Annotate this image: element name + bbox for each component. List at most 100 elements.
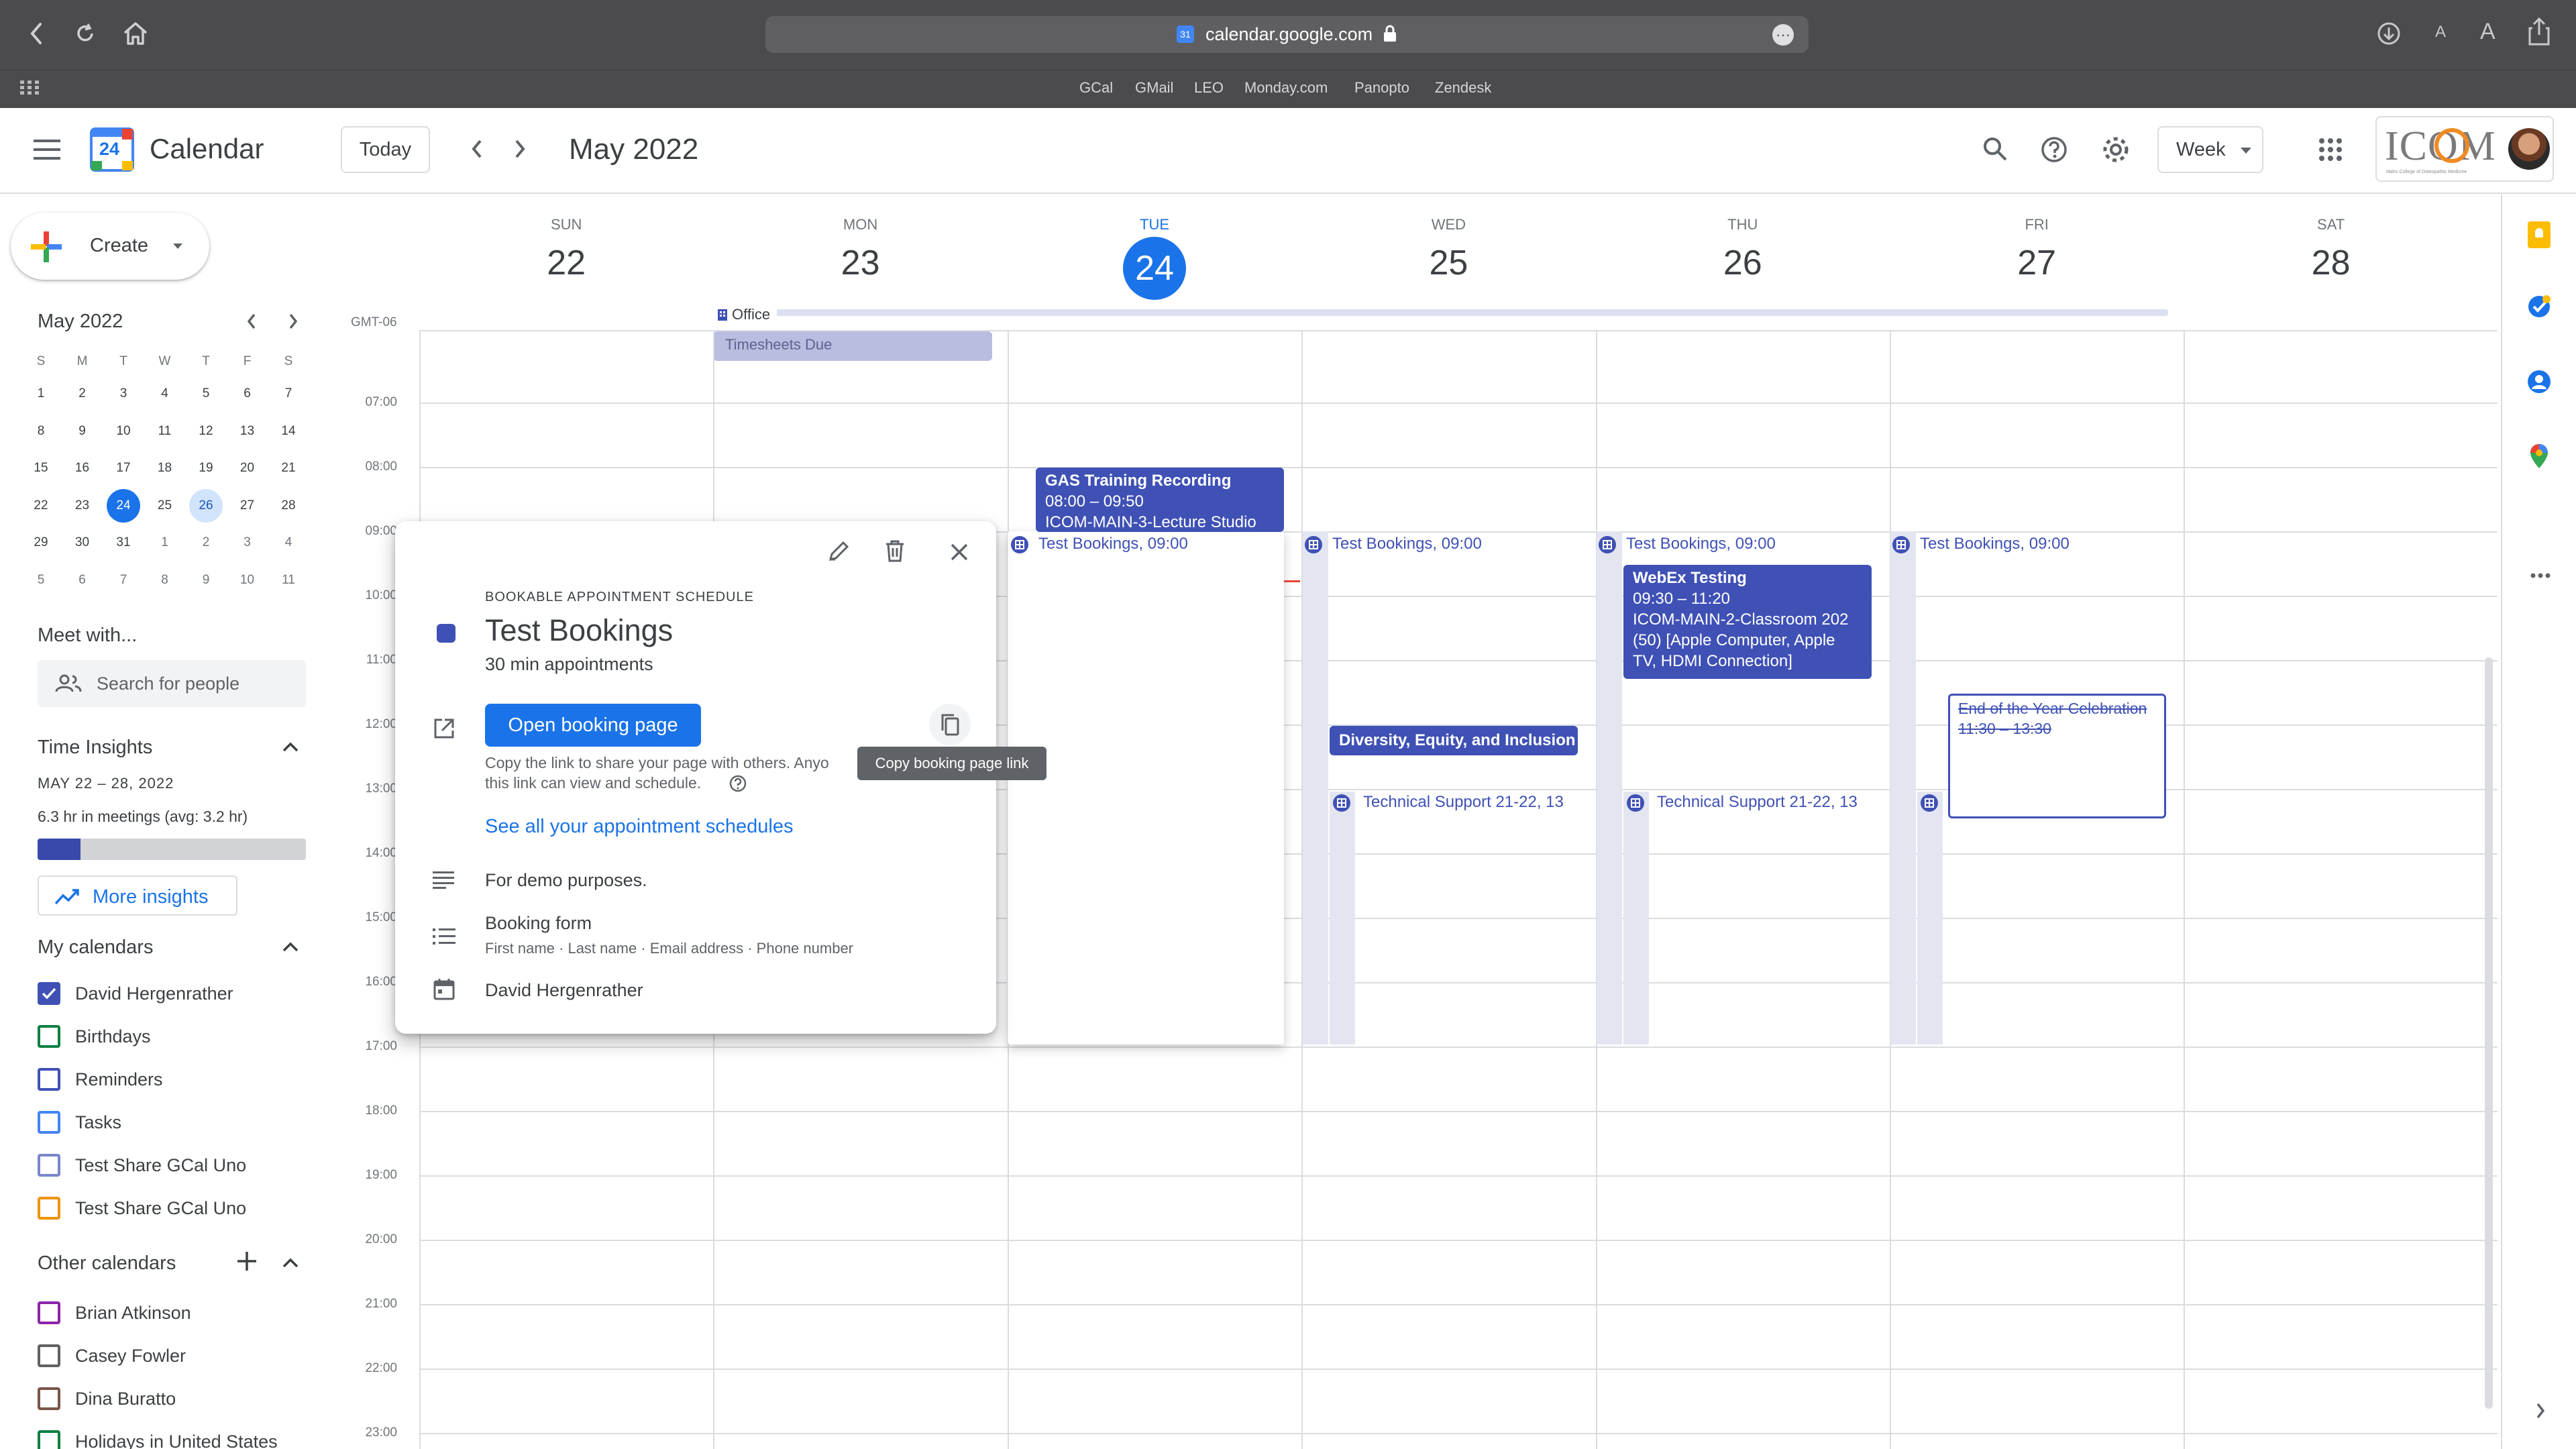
mini-day[interactable]: 25: [148, 489, 182, 523]
tasks-icon[interactable]: [2526, 294, 2552, 319]
calendar-list-item[interactable]: David Hergenrather: [35, 978, 317, 1010]
share-icon[interactable]: [2528, 17, 2551, 46]
mini-next-month-icon[interactable]: [287, 313, 299, 330]
booking-slot-fri[interactable]: [1890, 531, 1916, 1044]
mini-day[interactable]: 7: [107, 564, 140, 597]
mini-day[interactable]: 6: [66, 564, 99, 597]
mini-day[interactable]: 3: [231, 526, 264, 559]
booking-slot-fri-2[interactable]: [1917, 792, 1943, 1044]
webex-testing-event[interactable]: WebEx Testing 09:30 – 11:20 ICOM-MAIN-2-…: [1623, 565, 1872, 679]
calendar-checkbox[interactable]: [38, 1111, 60, 1134]
page-menu-icon[interactable]: ···: [1772, 24, 1794, 46]
dei-event[interactable]: Diversity, Equity, and Inclusion C: [1330, 726, 1578, 755]
day-number[interactable]: 23: [800, 243, 921, 283]
add-calendar-icon[interactable]: [236, 1250, 258, 1272]
mini-day[interactable]: 5: [189, 377, 223, 411]
mini-day[interactable]: 3: [107, 377, 140, 411]
contacts-icon[interactable]: [2526, 369, 2552, 394]
day-number[interactable]: 24: [1123, 237, 1186, 300]
maps-icon[interactable]: [2529, 443, 2549, 470]
test-bookings-tue-selected[interactable]: Test Bookings, 09:00: [1008, 531, 1284, 1044]
mini-day[interactable]: 14: [272, 415, 305, 448]
mini-day[interactable]: 8: [24, 415, 58, 448]
mini-day[interactable]: 10: [107, 415, 140, 448]
mini-day[interactable]: 11: [148, 415, 182, 448]
booking-slot-thu-2[interactable]: [1623, 792, 1649, 1044]
share-help-icon[interactable]: [729, 774, 747, 793]
prev-week-icon[interactable]: [470, 138, 484, 160]
day-number[interactable]: 28: [2271, 243, 2392, 283]
calendar-list-item[interactable]: Test Share GCal Uno: [35, 1150, 317, 1182]
bookmark-zendesk[interactable]: Zendesk: [1435, 79, 1491, 97]
today-button[interactable]: Today: [341, 126, 430, 173]
mini-day[interactable]: 5: [24, 564, 58, 597]
mini-day[interactable]: 9: [189, 564, 223, 597]
calendar-list-item[interactable]: Brian Atkinson: [35, 1297, 317, 1330]
mini-day[interactable]: 27: [231, 489, 264, 523]
mini-day[interactable]: 4: [272, 526, 305, 559]
calendar-checkbox[interactable]: [38, 1344, 60, 1367]
booking-slot-wed-2[interactable]: [1330, 792, 1355, 1044]
mini-day[interactable]: 28: [272, 489, 305, 523]
view-selector[interactable]: Week: [2157, 126, 2263, 173]
test-bookings-thu[interactable]: Test Bookings, 09:00: [1595, 533, 1864, 556]
expand-panel-icon[interactable]: [2534, 1402, 2546, 1419]
calendar-list-item[interactable]: Holidays in United States: [35, 1426, 317, 1449]
mini-day[interactable]: 2: [189, 526, 223, 559]
search-icon[interactable]: [1982, 136, 2008, 162]
mini-day[interactable]: 13: [231, 415, 264, 448]
mini-day[interactable]: 29: [24, 526, 58, 559]
calendar-list-item[interactable]: Birthdays: [35, 1021, 317, 1053]
mini-prev-month-icon[interactable]: [246, 313, 258, 330]
celebration-event[interactable]: End of the Year Celebration 11:30 – 13:3…: [1948, 694, 2166, 818]
help-icon[interactable]: [2040, 136, 2068, 164]
mini-day[interactable]: 18: [148, 451, 182, 485]
text-larger-button[interactable]: A: [2480, 19, 2496, 45]
settings-icon[interactable]: [2101, 135, 2131, 164]
next-week-icon[interactable]: [513, 138, 527, 160]
bookmark-panopto[interactable]: Panopto: [1354, 79, 1409, 97]
calendar-list-item[interactable]: Tasks: [35, 1107, 317, 1139]
account-button[interactable]: ICOM Idaho College of Osteopathic Medici…: [2375, 116, 2554, 182]
tech-support-thu[interactable]: Technical Support 21-22, 13: [1623, 792, 1878, 814]
main-menu-icon[interactable]: [34, 140, 62, 160]
mini-day[interactable]: 17: [107, 451, 140, 485]
calendar-checkbox[interactable]: [38, 1197, 60, 1220]
chevron-up-icon[interactable]: [282, 941, 299, 953]
close-icon[interactable]: [950, 543, 969, 561]
keep-icon[interactable]: [2528, 221, 2551, 248]
open-booking-page-button[interactable]: Open booking page: [485, 704, 701, 747]
tab-overview-icon[interactable]: [20, 80, 39, 95]
mini-day[interactable]: 15: [24, 451, 58, 485]
day-number[interactable]: 26: [1682, 243, 1803, 283]
chevron-up-icon[interactable]: [282, 741, 299, 753]
calendar-list-item[interactable]: Dina Buratto: [35, 1383, 317, 1415]
people-search-input[interactable]: Search for people: [38, 660, 306, 707]
test-bookings-wed[interactable]: Test Bookings, 09:00: [1301, 533, 1570, 556]
mini-day[interactable]: 1: [148, 526, 182, 559]
home-icon[interactable]: [121, 19, 150, 48]
more-apps-icon[interactable]: [2530, 573, 2551, 578]
bookmark-gmail[interactable]: GMail: [1135, 79, 1173, 97]
calendar-checkbox[interactable]: [38, 1430, 60, 1449]
calendar-checkbox[interactable]: [38, 1068, 60, 1091]
calendar-list-item[interactable]: Reminders: [35, 1064, 317, 1096]
see-all-schedules-link[interactable]: See all your appointment schedules: [485, 816, 793, 838]
mini-day[interactable]: 4: [148, 377, 182, 411]
mini-day[interactable]: 31: [107, 526, 140, 559]
mini-day[interactable]: 24: [107, 488, 140, 523]
reload-icon[interactable]: [72, 20, 99, 47]
timesheets-due-event[interactable]: Timesheets Due: [713, 331, 992, 361]
gas-training-event[interactable]: GAS Training Recording 08:00 – 09:50 ICO…: [1036, 468, 1284, 532]
calendar-checkbox[interactable]: [38, 1301, 60, 1324]
mini-day[interactable]: 9: [66, 415, 99, 448]
day-number[interactable]: 27: [1976, 243, 2097, 283]
bookmark-leo[interactable]: LEO: [1194, 79, 1224, 97]
chevron-up-icon[interactable]: [282, 1256, 299, 1269]
mini-day[interactable]: 10: [231, 564, 264, 597]
mini-day[interactable]: 16: [66, 451, 99, 485]
apps-grid-icon[interactable]: [2318, 138, 2343, 162]
copy-link-icon[interactable]: [929, 704, 971, 745]
booking-slot-wed[interactable]: [1303, 531, 1328, 1044]
text-smaller-button[interactable]: A: [2435, 23, 2446, 42]
